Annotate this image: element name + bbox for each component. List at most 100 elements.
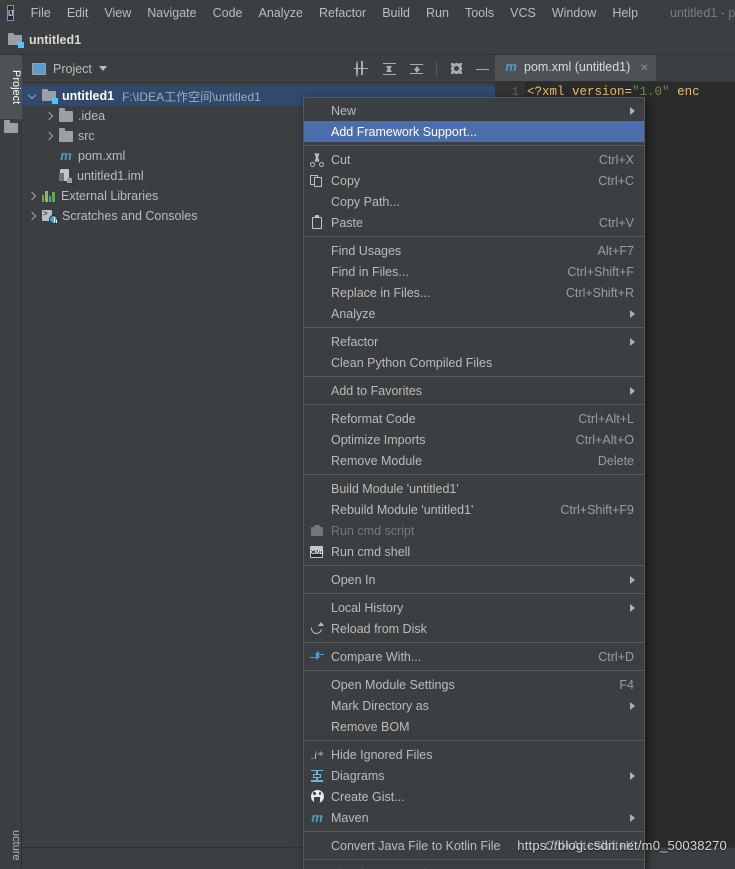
collapse-all-icon[interactable] xyxy=(409,62,424,77)
menu-item-label: Remove Module xyxy=(331,454,422,468)
menu-bar: IJ FileEditViewNavigateCodeAnalyzeRefact… xyxy=(0,0,735,26)
menu-build[interactable]: Build xyxy=(374,0,418,26)
menu-item-local-history[interactable]: Local History xyxy=(304,597,644,618)
menu-item-maven[interactable]: mMaven xyxy=(304,807,644,828)
menu-item-copy-path[interactable]: Copy Path... xyxy=(304,191,644,212)
menu-item-build-module-untitled1[interactable]: Build Module 'untitled1' xyxy=(304,478,644,499)
breadcrumb-label: untitled1 xyxy=(29,33,81,47)
tree-node-label: .idea xyxy=(78,109,105,123)
menu-window[interactable]: Window xyxy=(544,0,604,26)
menu-analyze[interactable]: Analyze xyxy=(250,0,310,26)
menu-item-find-in-files[interactable]: Find in Files...Ctrl+Shift+F xyxy=(304,261,644,282)
module-icon xyxy=(8,34,23,47)
tool-window-button-project[interactable]: Project xyxy=(0,55,22,119)
minimize-icon[interactable] xyxy=(476,63,489,76)
locate-icon[interactable] xyxy=(355,62,370,77)
menu-item-label: Analyze xyxy=(331,307,375,321)
menu-item-label: Reformat Code xyxy=(331,412,416,426)
submenu-arrow-icon xyxy=(630,338,635,346)
menu-tools[interactable]: Tools xyxy=(457,0,502,26)
menu-item-create-gist[interactable]: Create Gist... xyxy=(304,786,644,807)
idea-window: IJ FileEditViewNavigateCodeAnalyzeRefact… xyxy=(0,0,735,869)
menu-item-reformat-code[interactable]: Reformat CodeCtrl+Alt+L xyxy=(304,408,644,429)
menu-item-label: Create Gist... xyxy=(331,790,405,804)
submenu-arrow-icon xyxy=(630,107,635,115)
menu-item-copy[interactable]: CopyCtrl+C xyxy=(304,170,644,191)
menu-item-hide-ignored-files[interactable]: .i*Hide Ignored Files xyxy=(304,744,644,765)
menu-item-run-cmd-shell[interactable]: CMDRun cmd shell xyxy=(304,541,644,562)
chevron-right-icon[interactable] xyxy=(45,132,54,141)
menu-item-label: Diagrams xyxy=(331,769,385,783)
menu-item-remove-module[interactable]: Remove ModuleDelete xyxy=(304,450,644,471)
menu-item-label: Clean Python Compiled Files xyxy=(331,356,492,370)
menu-item-label: New xyxy=(331,104,356,118)
cut-icon xyxy=(309,152,325,168)
left-tool-strip: Project ucture xyxy=(0,55,22,869)
menu-item-refactor[interactable]: Refactor xyxy=(304,331,644,352)
menu-item-shortcut: F4 xyxy=(595,678,634,692)
chevron-down-icon[interactable] xyxy=(28,92,37,101)
menu-item-open-in[interactable]: Open In xyxy=(304,569,644,590)
menu-item-shortcut: Ctrl+X xyxy=(575,153,634,167)
menu-edit[interactable]: Edit xyxy=(59,0,97,26)
submenu-arrow-icon xyxy=(630,576,635,584)
menu-item-label: Copy Path... xyxy=(331,195,400,209)
menu-refactor[interactable]: Refactor xyxy=(311,0,374,26)
menu-item-add-to-favorites[interactable]: Add to Favorites xyxy=(304,380,644,401)
menu-view[interactable]: View xyxy=(96,0,139,26)
tool-window-button-structure[interactable]: ucture xyxy=(0,815,22,869)
menu-code[interactable]: Code xyxy=(205,0,251,26)
menu-item-replace-in-files[interactable]: Replace in Files...Ctrl+Shift+R xyxy=(304,282,644,303)
tree-node-label: Scratches and Consoles xyxy=(62,209,198,223)
menu-navigate[interactable]: Navigate xyxy=(139,0,204,26)
menu-item-label: Open Module Settings xyxy=(331,678,455,692)
folder-icon xyxy=(4,123,18,133)
breadcrumb[interactable]: untitled1 xyxy=(8,33,81,47)
menu-item-clean-python-compiled-files[interactable]: Clean Python Compiled Files xyxy=(304,352,644,373)
window-title: untitled1 - pom.xml xyxy=(670,6,735,20)
gear-icon[interactable] xyxy=(449,62,464,77)
menu-item-mark-directory-as[interactable]: Mark Directory as xyxy=(304,695,644,716)
editor-tab-pom-xml[interactable]: m pom.xml (untitled1) × xyxy=(495,55,656,81)
menu-item-shortcut: Ctrl+Shift+R xyxy=(542,286,634,300)
menu-separator xyxy=(304,831,644,832)
menu-item-cut[interactable]: CutCtrl+X xyxy=(304,149,644,170)
menu-item-rebuild-module-untitled1[interactable]: Rebuild Module 'untitled1'Ctrl+Shift+F9 xyxy=(304,499,644,520)
tree-spacer xyxy=(45,152,54,161)
close-icon[interactable]: × xyxy=(640,59,648,75)
menu-item-open-module-settings[interactable]: Open Module Settings F4 xyxy=(304,674,644,695)
menu-file[interactable]: File xyxy=(23,0,59,26)
menu-item-shortcut: Ctrl+D xyxy=(574,650,634,664)
menu-item-add-framework-support[interactable]: Add Framework Support... xyxy=(304,121,644,142)
menu-item-analyze[interactable]: Analyze xyxy=(304,303,644,324)
chevron-down-icon[interactable] xyxy=(99,66,107,71)
tree-node-label: untitled1 xyxy=(62,89,114,103)
diagram-icon xyxy=(309,768,325,784)
chevron-right-icon[interactable] xyxy=(45,112,54,121)
menu-item-label: Optimize Imports xyxy=(331,433,425,447)
menu-item-label: Add to Favorites xyxy=(331,384,422,398)
menu-item-remove-bom[interactable]: Remove BOM xyxy=(304,716,644,737)
menu-item-diagrams[interactable]: Diagrams xyxy=(304,765,644,786)
run-script-icon xyxy=(309,523,325,539)
menu-item-paste[interactable]: PasteCtrl+V xyxy=(304,212,644,233)
menu-item-compare-with[interactable]: Compare With... Ctrl+D xyxy=(304,646,644,667)
menu-item-reload-from-disk[interactable]: Reload from Disk xyxy=(304,618,644,639)
menu-item-label: Rebuild Module 'untitled1' xyxy=(331,503,473,517)
menu-run[interactable]: Run xyxy=(418,0,457,26)
menu-help[interactable]: Help xyxy=(604,0,646,26)
menu-item-shutdown-kernel: Shutdown Kernel xyxy=(304,863,644,869)
menu-item-label: Compare With... xyxy=(331,650,421,664)
app-logo-icon: IJ xyxy=(7,5,14,21)
menu-item-new[interactable]: New xyxy=(304,100,644,121)
menu-item-find-usages[interactable]: Find UsagesAlt+F7 xyxy=(304,240,644,261)
menu-item-optimize-imports[interactable]: Optimize ImportsCtrl+Alt+O xyxy=(304,429,644,450)
submenu-arrow-icon xyxy=(630,310,635,318)
expand-all-icon[interactable] xyxy=(382,62,397,77)
chevron-right-icon[interactable] xyxy=(28,212,37,221)
menu-vcs[interactable]: VCS xyxy=(502,0,544,26)
menu-item-label: Build Module 'untitled1' xyxy=(331,482,459,496)
chevron-right-icon[interactable] xyxy=(28,192,37,201)
editor-tab-label: pom.xml (untitled1) xyxy=(524,60,630,74)
menu-item-label: Refactor xyxy=(331,335,378,349)
